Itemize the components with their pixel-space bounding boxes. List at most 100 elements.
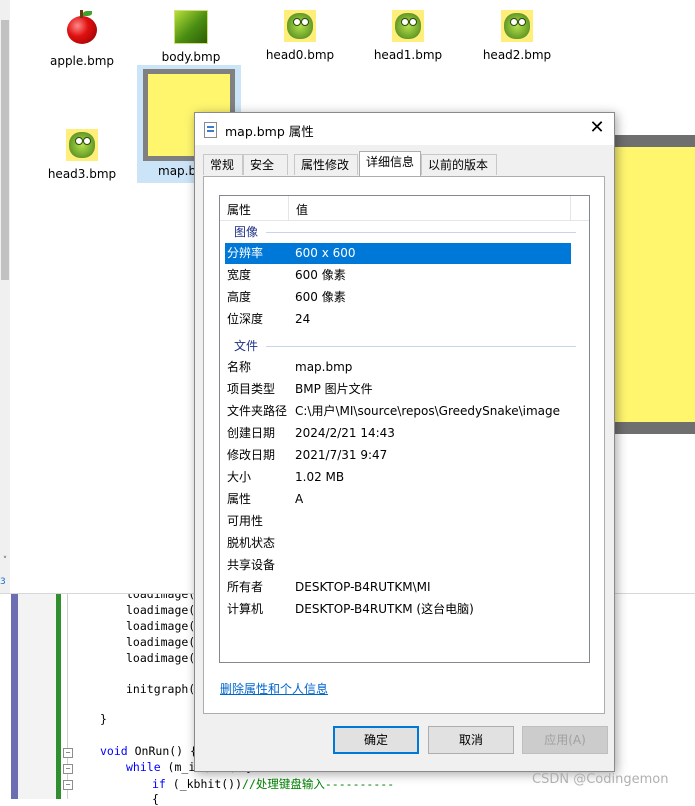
column-header-value[interactable]: 值 <box>296 201 308 218</box>
property-key: 高度 <box>227 290 252 304</box>
property-row-shared-device[interactable]: 共享设备 <box>225 555 571 576</box>
tab-details[interactable]: 详细信息 <box>359 151 421 176</box>
column-divider[interactable] <box>570 196 571 220</box>
column-divider[interactable] <box>288 196 289 220</box>
property-key: 项目类型 <box>227 382 276 396</box>
watermark-text: CSDN @Codingemon <box>532 772 669 787</box>
dialog-title: map.bmp 属性 <box>225 124 314 139</box>
property-row-size[interactable]: 大小 1.02 MB <box>225 467 571 488</box>
tab-previous-versions[interactable]: 以前的版本 <box>421 154 497 175</box>
remove-properties-link[interactable]: 删除属性和个人信息 <box>220 680 328 697</box>
cancel-button[interactable]: 取消 <box>428 726 514 754</box>
file-name: head1.bmp <box>373 48 443 62</box>
code-line: loadimage(& <box>126 635 203 649</box>
property-value: DESKTOP-B4RUTKM (这台电脑) <box>295 602 474 616</box>
group-divider <box>266 346 576 347</box>
snake-head-image-icon <box>284 10 316 42</box>
file-name: head2.bmp <box>482 48 552 62</box>
property-key: 修改日期 <box>227 448 276 462</box>
property-row-modified[interactable]: 修改日期 2021/7/31 9:47 <box>225 445 571 466</box>
code-comment: //处理键盘输入---------- <box>242 777 395 791</box>
code-line: loadimage(& <box>126 651 203 665</box>
property-value: DESKTOP-B4RUTKM\MI <box>295 580 431 594</box>
file-item-apple[interactable]: apple.bmp <box>37 10 127 68</box>
line-number-gutter <box>18 593 56 799</box>
column-header-property[interactable]: 属性 <box>227 201 251 218</box>
ok-button[interactable]: 确定 <box>333 726 419 754</box>
property-row-width[interactable]: 宽度 600 像素 <box>225 265 571 286</box>
dialog-titlebar[interactable]: map.bmp 属性 ✕ <box>195 113 614 145</box>
property-value: C:\用户\MI\source\repos\GreedySnake\image <box>295 404 560 418</box>
file-name: map.b <box>158 164 197 178</box>
file-item-body[interactable]: body.bmp <box>146 10 236 64</box>
property-row-name[interactable]: 名称 map.bmp <box>225 357 571 378</box>
property-row-folder-path[interactable]: 文件夹路径 C:\用户\MI\source\repos\GreedySnake\… <box>225 401 571 422</box>
file-name: body.bmp <box>161 50 221 64</box>
file-item-head1[interactable]: head1.bmp <box>363 10 453 62</box>
close-icon[interactable]: ✕ <box>585 116 609 140</box>
fold-toggle-icon[interactable]: − <box>63 748 73 758</box>
property-value: 1.02 MB <box>295 470 345 484</box>
group-divider <box>266 232 576 233</box>
snake-head-image-icon <box>392 10 424 42</box>
property-value: BMP 图片文件 <box>295 382 373 396</box>
snake-body-image-icon <box>174 10 208 44</box>
preview-pane-image <box>612 135 695 434</box>
property-list[interactable]: 属性 值 图像 分辨率 600 x 600 宽度 600 像素 高度 600 像… <box>219 195 590 663</box>
property-value: 600 像素 <box>295 290 346 304</box>
property-row-availability[interactable]: 可用性 <box>225 511 571 532</box>
group-header-image: 图像 <box>234 225 259 239</box>
apply-button[interactable]: 应用(A) <box>522 726 608 754</box>
fold-toggle-icon[interactable]: − <box>63 780 73 790</box>
file-item-head0[interactable]: head0.bmp <box>255 10 345 62</box>
list-header: 属性 值 <box>220 196 589 221</box>
property-row-item-type[interactable]: 项目类型 BMP 图片文件 <box>225 379 571 400</box>
property-value: 2021/7/31 9:47 <box>295 448 388 462</box>
property-key: 文件夹路径 <box>227 404 288 418</box>
property-key: 大小 <box>227 470 252 484</box>
file-icon <box>204 122 217 138</box>
property-row-resolution[interactable]: 分辨率 600 x 600 <box>225 243 571 264</box>
editor-margin-bar <box>11 593 18 799</box>
property-row-height[interactable]: 高度 600 像素 <box>225 287 571 308</box>
code-line: if (_kbhit())//处理键盘输入---------- <box>152 776 394 792</box>
code-line: loadimage(& <box>126 619 203 633</box>
property-key: 位深度 <box>227 312 264 326</box>
property-key: 属性 <box>227 492 252 506</box>
tab-security[interactable]: 安全 <box>243 154 288 175</box>
file-name: head0.bmp <box>265 48 335 62</box>
snake-head-image-icon <box>66 129 98 161</box>
property-row-owner[interactable]: 所有者 DESKTOP-B4RUTKM\MI <box>225 577 571 598</box>
code-line: initgraph(s <box>126 682 203 696</box>
property-key: 所有者 <box>227 580 264 594</box>
file-item-head3[interactable]: head3.bmp <box>37 129 127 181</box>
file-name: apple.bmp <box>49 54 115 68</box>
file-item-head2[interactable]: head2.bmp <box>472 10 562 62</box>
details-panel: 属性 值 图像 分辨率 600 x 600 宽度 600 像素 高度 600 像… <box>203 176 605 714</box>
tab-attribute-modify[interactable]: 属性修改 <box>294 154 358 175</box>
scrollbar-thumb[interactable] <box>1 20 9 280</box>
code-text: OnRun() { <box>127 744 197 758</box>
property-row-offline-status[interactable]: 脱机状态 <box>225 533 571 554</box>
property-key: 计算机 <box>227 602 264 616</box>
tab-general[interactable]: 常规 <box>203 154 243 175</box>
fold-toggle-icon[interactable]: − <box>63 764 73 774</box>
code-line: { <box>152 792 159 806</box>
property-key: 创建日期 <box>227 426 276 440</box>
vertical-scrollbar[interactable]: ˅ 3 <box>0 0 10 593</box>
property-row-created[interactable]: 创建日期 2024/2/21 14:43 <box>225 423 571 444</box>
property-value: 2024/2/21 14:43 <box>295 426 395 440</box>
property-key: 可用性 <box>227 514 264 528</box>
code-keyword: void <box>100 744 128 758</box>
property-row-attributes[interactable]: 属性 A <box>225 489 571 510</box>
property-key: 分辨率 <box>227 246 264 260</box>
property-value: 600 x 600 <box>295 246 356 260</box>
side-indicator: 3 <box>0 577 6 587</box>
property-row-computer[interactable]: 计算机 DESKTOP-B4RUTKM (这台电脑) <box>225 599 571 620</box>
file-name: head3.bmp <box>47 167 117 181</box>
properties-dialog: map.bmp 属性 ✕ 常规 安全 属性修改 详细信息 以前的版本 属性 值 … <box>194 112 615 772</box>
scroll-down-icon[interactable]: ˅ <box>0 556 10 566</box>
property-row-bit-depth[interactable]: 位深度 24 <box>225 309 571 330</box>
code-line: void OnRun() { <box>100 744 197 758</box>
code-text: (_kbhit()) <box>165 777 243 791</box>
